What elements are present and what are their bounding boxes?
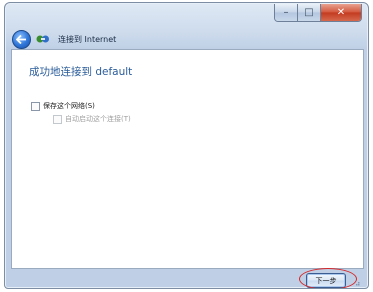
save-network-label: 保存这个网络(S) bbox=[43, 102, 95, 110]
auto-start-option: 自动启动这个连接(T) bbox=[53, 114, 131, 124]
save-network-checkbox[interactable] bbox=[31, 101, 40, 111]
next-button[interactable]: 下一步 bbox=[306, 273, 346, 288]
network-connection-icon bbox=[36, 35, 49, 43]
maximize-button[interactable]: □ bbox=[298, 4, 321, 21]
window-title: 连接到 Internet bbox=[58, 35, 117, 44]
auto-start-checkbox bbox=[53, 114, 62, 124]
page-title: 成功地连接到 default bbox=[29, 66, 133, 78]
minimize-button[interactable]: – bbox=[275, 4, 298, 21]
wizard-window: – □ ✕ 连接到 Internet 成功地连接到 default 保存这个网络… bbox=[4, 2, 369, 289]
auto-start-label: 自动启动这个连接(T) bbox=[65, 115, 131, 123]
wizard-footer: 下一步 bbox=[11, 267, 362, 288]
resize-grip-icon[interactable] bbox=[354, 280, 360, 286]
window-controls: – □ ✕ bbox=[274, 4, 362, 22]
title-bar: – □ ✕ 连接到 Internet bbox=[5, 3, 368, 49]
back-button[interactable] bbox=[12, 30, 31, 49]
back-arrow-icon bbox=[16, 35, 26, 44]
wizard-content: 成功地连接到 default 保存这个网络(S) 自动启动这个连接(T) bbox=[11, 49, 364, 269]
save-network-option[interactable]: 保存这个网络(S) bbox=[31, 101, 95, 111]
close-button[interactable]: ✕ bbox=[321, 4, 361, 21]
